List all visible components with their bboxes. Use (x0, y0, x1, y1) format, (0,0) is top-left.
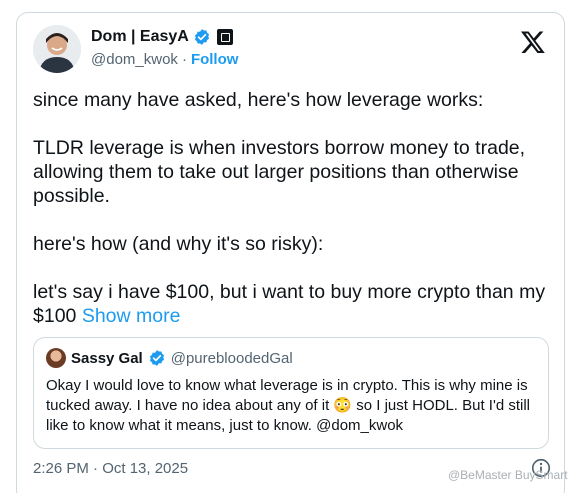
author-name[interactable]: Dom | EasyA (91, 28, 189, 46)
quoted-author-avatar (46, 348, 66, 368)
tweet-timestamp[interactable]: 2:26 PM · Oct 13, 2025 (33, 460, 188, 477)
verified-badge-icon (148, 349, 166, 367)
affiliate-badge-icon[interactable] (216, 29, 233, 45)
show-more-link[interactable]: Show more (82, 305, 181, 327)
watermark: @BeMaster BuySmart (448, 468, 568, 482)
follow-button[interactable]: Follow (191, 51, 239, 68)
verified-badge-icon (193, 28, 211, 46)
tweet-body: since many have asked, here's how levera… (33, 88, 553, 328)
quoted-author-name: Sassy Gal (71, 349, 143, 367)
tweet-card: Dom | EasyA @dom_kwok · Follow since man… (16, 12, 565, 493)
author-avatar[interactable] (33, 25, 81, 73)
separator-dot: · (181, 51, 187, 68)
quoted-author-handle: @purebloodedGal (170, 349, 293, 367)
tweet-paragraph: here's how (and why it's so risky): (33, 233, 324, 255)
x-logo-icon[interactable] (520, 29, 546, 55)
quoted-tweet-text: Okay I would love to know what leverage … (46, 377, 531, 434)
author-handle[interactable]: @dom_kwok (91, 51, 178, 68)
quoted-tweet[interactable]: Sassy Gal @purebloodedGal Okay I would l… (33, 337, 549, 449)
tweet-paragraph: since many have asked, here's how levera… (33, 89, 484, 111)
tweet-header: Dom | EasyA @dom_kwok · Follow (33, 25, 548, 75)
tweet-paragraph: TLDR leverage is when investors borrow m… (33, 137, 531, 207)
